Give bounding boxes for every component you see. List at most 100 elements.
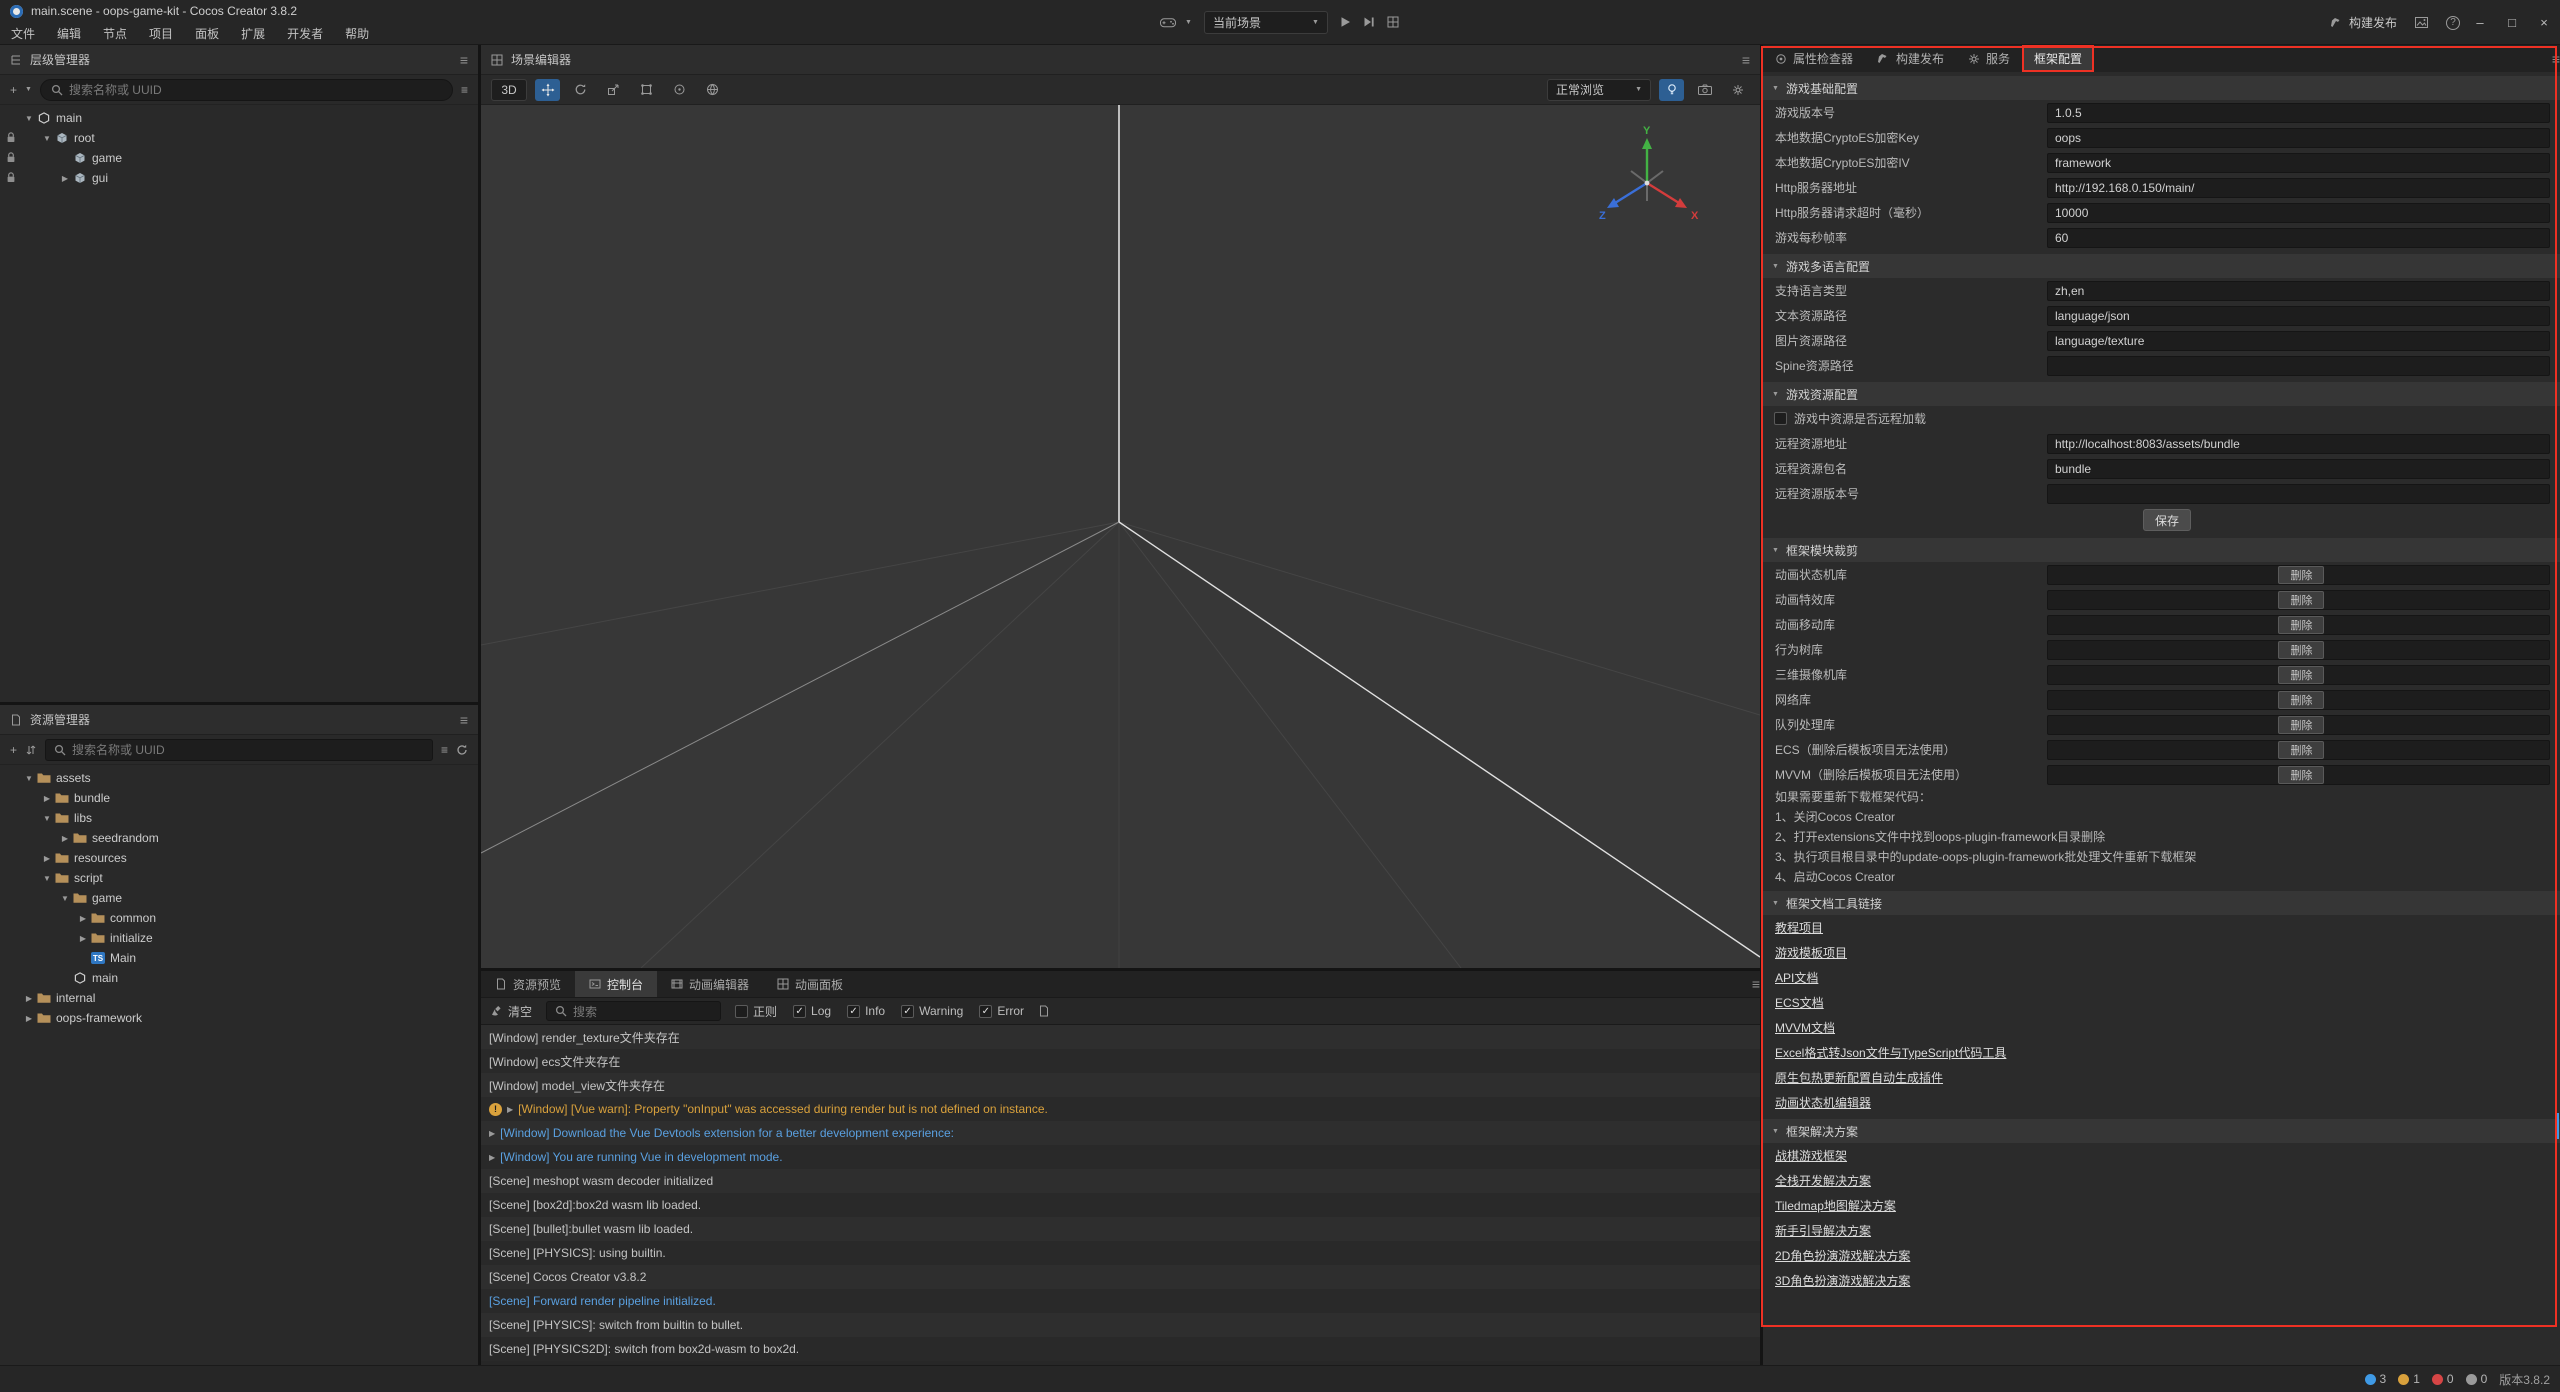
log-row[interactable]: ▶[Window] Download the Vue Devtools exte… — [481, 1121, 1760, 1145]
delete-button[interactable]: 删除 — [2278, 716, 2324, 734]
text-input[interactable]: framework — [2047, 153, 2550, 173]
log-row[interactable]: [Window] model_view文件夹存在 — [481, 1073, 1760, 1097]
inspector-tab-1[interactable]: 构建发布 — [1865, 45, 1956, 72]
checkbox[interactable]: ✓ — [793, 1005, 806, 1018]
solution-link[interactable]: 新手引导解决方案 — [1775, 1222, 1871, 1239]
console-tab-2[interactable]: 动画编辑器 — [657, 971, 763, 997]
chevron-down-icon[interactable]: ▼ — [22, 774, 36, 783]
delete-button[interactable]: 删除 — [2278, 591, 2324, 609]
filter-Log[interactable]: ✓Log — [793, 1004, 831, 1018]
status-count-3[interactable]: 0 — [2466, 1372, 2488, 1386]
create-asset-button[interactable]: + — [10, 743, 17, 757]
checkbox[interactable] — [735, 1005, 748, 1018]
text-input[interactable]: 60 — [2047, 228, 2550, 248]
doc-link[interactable]: ECS文档 — [1775, 994, 1824, 1011]
filter-正则[interactable]: 正则 — [735, 1003, 777, 1020]
preview-platform-dropdown[interactable]: ▼ — [1160, 17, 1192, 28]
menu-item-0[interactable]: 文件 — [0, 22, 46, 45]
tree-node-script[interactable]: ▼script — [0, 868, 478, 888]
panel-menu-icon[interactable]: ≡ — [460, 52, 468, 68]
refresh-icon[interactable] — [456, 744, 468, 756]
delete-button[interactable]: 删除 — [2278, 741, 2324, 759]
scrollbar-thumb[interactable] — [2555, 1113, 2559, 1139]
doc-link[interactable]: API文档 — [1775, 969, 1818, 986]
doc-link[interactable]: Excel格式转Json文件与TypeScript代码工具 — [1775, 1044, 2006, 1061]
delete-button[interactable]: 删除 — [2278, 766, 2324, 784]
text-input[interactable]: language/texture — [2047, 331, 2550, 351]
status-count-2[interactable]: 0 — [2432, 1372, 2454, 1386]
checkbox[interactable]: ✓ — [901, 1005, 914, 1018]
move-tool-icon[interactable] — [535, 79, 560, 101]
chevron-down-icon[interactable]: ▼ — [40, 814, 54, 823]
chevron-down-icon[interactable]: ▼ — [40, 134, 54, 143]
gizmo-settings-icon[interactable] — [1725, 79, 1750, 101]
assets-search-input[interactable]: 搜索名称或 UUID — [45, 739, 433, 761]
lighting-toggle-icon[interactable] — [1659, 79, 1684, 101]
log-row[interactable]: [Scene] [PHYSICS]: switch from builtin t… — [481, 1313, 1760, 1337]
doc-link[interactable]: 游戏模板项目 — [1775, 944, 1847, 961]
help-icon[interactable]: ? — [2446, 16, 2460, 30]
text-input[interactable]: http://192.168.0.150/main/ — [2047, 178, 2550, 198]
assets-filter-icon[interactable]: ≡ — [441, 743, 448, 757]
text-input[interactable]: language/json — [2047, 306, 2550, 326]
tree-node-libs[interactable]: ▼libs — [0, 808, 478, 828]
expand-icon[interactable]: ▶ — [489, 1153, 495, 1162]
log-row[interactable]: [Window] ecs文件夹存在 — [481, 1049, 1760, 1073]
save-button[interactable]: 保存 — [2143, 509, 2191, 531]
section-header[interactable]: ▼游戏基础配置 — [1763, 76, 2560, 100]
sort-icon[interactable] — [25, 744, 37, 756]
step-button[interactable] — [1363, 16, 1375, 28]
tree-node-game[interactable]: ▼game — [0, 888, 478, 908]
panel-menu-icon[interactable]: ≡ — [460, 712, 468, 728]
rotate-tool-icon[interactable] — [568, 79, 593, 101]
chevron-right-icon[interactable]: ▶ — [22, 1014, 36, 1023]
view-mode-dropdown[interactable]: 正常浏览 ▼ — [1547, 79, 1651, 101]
tree-node-internal[interactable]: ▶internal — [0, 988, 478, 1008]
tree-node-common[interactable]: ▶common — [0, 908, 478, 928]
axis-gizmo[interactable]: Y X Z — [1595, 125, 1705, 229]
chevron-down-icon[interactable]: ▼ — [22, 114, 36, 123]
tree-node-oops-framework[interactable]: ▶oops-framework — [0, 1008, 478, 1028]
log-row[interactable]: ▶[Window] You are running Vue in develop… — [481, 1145, 1760, 1169]
chevron-down-icon[interactable]: ▼ — [40, 874, 54, 883]
solution-link[interactable]: Tiledmap地图解决方案 — [1775, 1197, 1896, 1214]
clear-console-button[interactable]: 清空 — [491, 1003, 532, 1020]
chevron-right-icon[interactable]: ▶ — [58, 174, 72, 183]
menu-item-6[interactable]: 开发者 — [276, 22, 334, 45]
log-row[interactable]: [Scene] Cocos Creator v3.8.2 — [481, 1265, 1760, 1289]
text-input[interactable]: zh,en — [2047, 281, 2550, 301]
filter-Warning[interactable]: ✓Warning — [901, 1004, 963, 1018]
scene-select-dropdown[interactable]: 当前场景 ▼ — [1204, 11, 1328, 34]
filter-Info[interactable]: ✓Info — [847, 1004, 885, 1018]
panel-menu-icon[interactable]: ≡ — [1742, 52, 1750, 68]
solution-link[interactable]: 全栈开发解决方案 — [1775, 1172, 1871, 1189]
menu-item-4[interactable]: 面板 — [184, 22, 230, 45]
close-button[interactable]: × — [2528, 0, 2560, 45]
tree-node-main[interactable]: ▼main — [0, 108, 478, 128]
chevron-right-icon[interactable]: ▶ — [22, 994, 36, 1003]
section-header[interactable]: ▼框架模块裁剪 — [1763, 538, 2560, 562]
tree-node-seedrandom[interactable]: ▶seedrandom — [0, 828, 478, 848]
text-input[interactable]: oops — [2047, 128, 2550, 148]
text-input[interactable]: 10000 — [2047, 203, 2550, 223]
log-row[interactable]: [Scene] Forward render pipeline initiali… — [481, 1289, 1760, 1313]
panel-menu-icon[interactable]: ≡ — [1752, 976, 1760, 992]
text-input[interactable]: bundle — [2047, 459, 2550, 479]
text-input[interactable]: 1.0.5 — [2047, 103, 2550, 123]
chevron-down-icon[interactable]: ▼ — [58, 894, 72, 903]
delete-button[interactable]: 删除 — [2278, 566, 2324, 584]
export-log-icon[interactable] — [1038, 1005, 1050, 1017]
chevron-right-icon[interactable]: ▶ — [40, 794, 54, 803]
hierarchy-search-input[interactable]: 搜索名称或 UUID — [40, 79, 453, 101]
camera-icon[interactable] — [1692, 79, 1717, 101]
tree-node-resources[interactable]: ▶resources — [0, 848, 478, 868]
text-input[interactable] — [2047, 356, 2550, 376]
chevron-right-icon[interactable]: ▶ — [40, 854, 54, 863]
section-header[interactable]: ▼游戏资源配置 — [1763, 382, 2560, 406]
chevron-right-icon[interactable]: ▶ — [76, 934, 90, 943]
menu-item-7[interactable]: 帮助 — [334, 22, 380, 45]
section-header[interactable]: ▼游戏多语言配置 — [1763, 254, 2560, 278]
tree-node-gui[interactable]: ▶gui — [0, 168, 478, 188]
log-row[interactable]: [Scene] [box2d]:box2d wasm lib loaded. — [481, 1193, 1760, 1217]
log-row[interactable]: [Scene] [PHYSICS2D]: switch from box2d-w… — [481, 1337, 1760, 1361]
